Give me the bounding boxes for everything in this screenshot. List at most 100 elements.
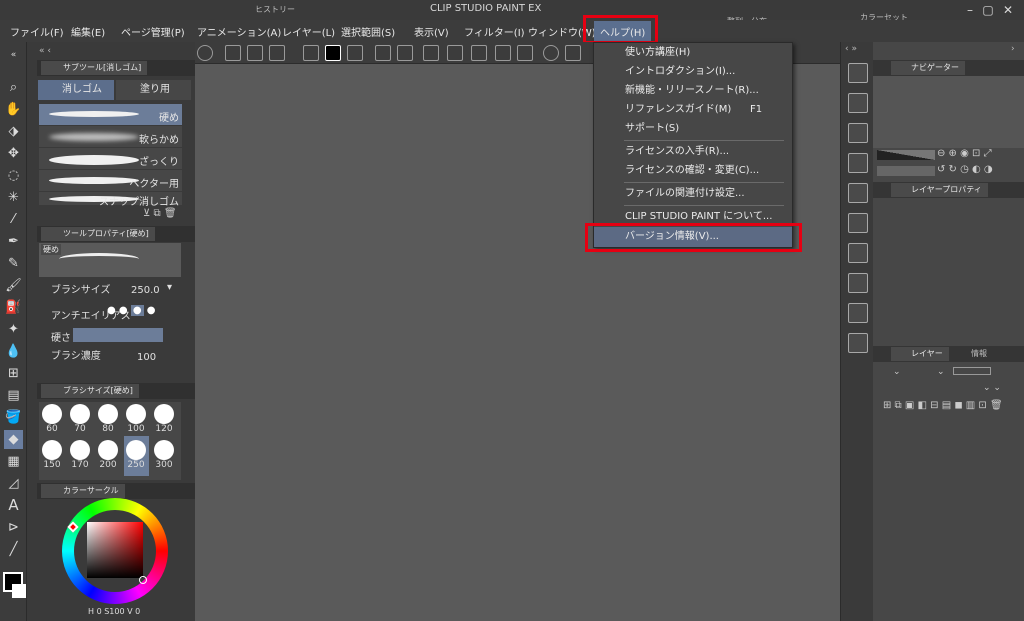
pencil-tool-icon[interactable]: ✎	[4, 254, 23, 273]
pen-tool-icon[interactable]: ✒	[4, 232, 23, 251]
size-dot-300[interactable]	[154, 440, 174, 460]
menu-item-release-notes[interactable]: 新機能・リリースノート(R)...	[594, 81, 792, 101]
sub-tool-panel-tab[interactable]: サブツール[消しゴム]	[41, 61, 148, 75]
color-square[interactable]	[87, 522, 143, 578]
tool-property-panel-tab[interactable]: ツールプロパティ[硬め]	[41, 227, 155, 241]
size-dot-100[interactable]	[126, 404, 146, 424]
panel-icon-7[interactable]	[848, 243, 868, 263]
text-tool-icon[interactable]: A	[4, 496, 23, 515]
menu-help[interactable]: ヘルプ(H)	[594, 21, 652, 42]
sub-color-swatch[interactable]	[12, 584, 26, 598]
brush-item-hard[interactable]: 硬め	[39, 104, 182, 126]
menu-view[interactable]: 表示(V)	[414, 24, 449, 39]
redo-icon[interactable]	[347, 45, 363, 61]
info-tab[interactable]: 情報	[953, 347, 991, 361]
sv-marker[interactable]	[139, 576, 147, 584]
menu-item-reference-guide[interactable]: リファレンスガイド(M) F1	[594, 100, 792, 120]
density-row[interactable]: ブラシ濃度 100	[39, 346, 181, 366]
brush-size-panel-tab[interactable]: ブラシサイズ[硬め]	[41, 384, 139, 398]
move-tool-icon[interactable]: ✥	[4, 144, 23, 163]
minimize-icon[interactable]: –	[962, 2, 978, 18]
navigator-zoom-slider[interactable]	[877, 150, 935, 160]
color-panel-tab[interactable]: カラーサークル	[41, 484, 125, 498]
gradient-tool-icon[interactable]: ▤	[4, 386, 23, 405]
grid-snap-icon[interactable]	[495, 45, 511, 61]
menu-item-check-license[interactable]: ライセンスの確認・変更(C)...	[594, 161, 792, 181]
color-icon[interactable]	[325, 45, 341, 61]
antialias-row[interactable]: アンチエイリアス ● ● ● ●	[39, 304, 181, 324]
clip-studio-icon[interactable]	[197, 45, 213, 61]
figure-tool-icon[interactable]: ⊞	[4, 364, 23, 383]
brush-item-soft[interactable]: 軟らかめ	[39, 126, 182, 148]
decoration-tool-icon[interactable]: ✦	[4, 320, 23, 339]
right-dock-nav-icon[interactable]: ›	[1011, 44, 1015, 54]
special-ruler-icon[interactable]	[517, 45, 533, 61]
panel-icon-2[interactable]	[848, 93, 868, 113]
panel-icon-4[interactable]	[848, 153, 868, 173]
blend-tool-icon[interactable]: 💧	[4, 342, 23, 361]
panel-icon-6[interactable]	[848, 213, 868, 233]
eraser-tool-icon[interactable]: ◆	[4, 430, 23, 449]
menu-edit[interactable]: 編集(E)	[71, 24, 105, 39]
menu-item-about[interactable]: CLIP STUDIO PAINT について...	[594, 207, 792, 227]
fill-tool-icon[interactable]: 🪣	[4, 408, 23, 427]
blend-mode-dropdown-icon[interactable]: ⌄	[893, 367, 901, 377]
collapse-icon[interactable]: «	[4, 46, 23, 65]
size-dot-70[interactable]	[70, 404, 90, 424]
layer-list[interactable]	[873, 420, 1024, 621]
eyedropper-tool-icon[interactable]: ⁄	[4, 210, 23, 229]
layer-property-tab[interactable]: レイヤープロパティ	[891, 183, 988, 197]
balloon-tool-icon[interactable]: ⊳	[4, 518, 23, 537]
menu-item-tutorial[interactable]: 使い方講座(H)	[594, 43, 792, 63]
panel-icon-8[interactable]	[848, 273, 868, 293]
magic-wand-tool-icon[interactable]: ✳	[4, 188, 23, 207]
navigator-preview[interactable]	[873, 76, 1024, 148]
brush-tool-icon[interactable]: 🖌	[4, 276, 23, 295]
panel-icon-5[interactable]	[848, 183, 868, 203]
panel-icon-1[interactable]	[848, 63, 868, 83]
size-dot-250[interactable]	[126, 440, 146, 460]
hardness-slider[interactable]	[73, 328, 163, 342]
brush-action-icons[interactable]: ⊻ ⧉ 🗑	[143, 208, 177, 219]
size-dot-170[interactable]	[70, 440, 90, 460]
menu-page[interactable]: ページ管理(P)	[121, 24, 185, 39]
layer-mode-dropdown-icon[interactable]: ⌄ ⌄	[983, 383, 1001, 393]
antialias-options[interactable]: ● ● ● ●	[107, 305, 155, 316]
menu-window[interactable]: ウィンドウ(W)	[528, 24, 596, 39]
navigator-rotate-slider[interactable]	[877, 166, 935, 176]
hand-tool-icon[interactable]: ✋	[4, 100, 23, 119]
size-dot-80[interactable]	[98, 404, 118, 424]
lasso-tool-icon[interactable]: ◌	[4, 166, 23, 185]
menu-selection[interactable]: 選択範囲(S)	[341, 24, 395, 39]
panel-icon-3[interactable]	[848, 123, 868, 143]
navigator-zoom-icons[interactable]: ⊖ ⊕ ◉ ⊡ ⤢	[937, 148, 992, 159]
new-icon[interactable]	[225, 45, 241, 61]
menu-item-support[interactable]: サポート(S)	[594, 119, 792, 139]
menu-filter[interactable]: フィルター(I)	[464, 24, 525, 39]
size-dot-150[interactable]	[42, 440, 62, 460]
menu-item-get-license[interactable]: ライセンスの入手(R)...	[594, 142, 792, 162]
menu-file[interactable]: ファイル(F)	[10, 24, 64, 39]
brush-item-snap[interactable]: スナップ消しゴム	[39, 192, 182, 208]
layer-action-icons[interactable]: ⊞ ⧉ ▣ ◧ ⊟ ▤ ◼ ▥ ⊡ 🗑	[883, 400, 1003, 411]
snap-icon[interactable]	[447, 45, 463, 61]
brush-item-rough[interactable]: ざっくり	[39, 148, 182, 170]
size-dot-60[interactable]	[42, 404, 62, 424]
strip-nav-icon[interactable]: ‹ »	[845, 44, 857, 54]
open-icon[interactable]	[247, 45, 263, 61]
save-icon[interactable]	[269, 45, 285, 61]
clear-icon[interactable]	[375, 45, 391, 61]
selection-icon[interactable]	[423, 45, 439, 61]
opacity-dropdown-icon[interactable]: ⌄	[937, 367, 945, 377]
undo-icon[interactable]	[303, 45, 319, 61]
layer-tab[interactable]: レイヤー	[891, 347, 949, 361]
size-dot-200[interactable]	[98, 440, 118, 460]
close-icon[interactable]: ✕	[1000, 2, 1016, 18]
help-icon[interactable]	[543, 45, 559, 61]
panel-icon-9[interactable]	[848, 303, 868, 323]
maximize-icon[interactable]: ▢	[980, 2, 996, 18]
transform-icon[interactable]	[397, 45, 413, 61]
size-dot-120[interactable]	[154, 404, 174, 424]
sub-tool-tab-fill[interactable]: 塗り用	[116, 80, 191, 100]
brush-item-vector[interactable]: ベクター用	[39, 170, 182, 192]
